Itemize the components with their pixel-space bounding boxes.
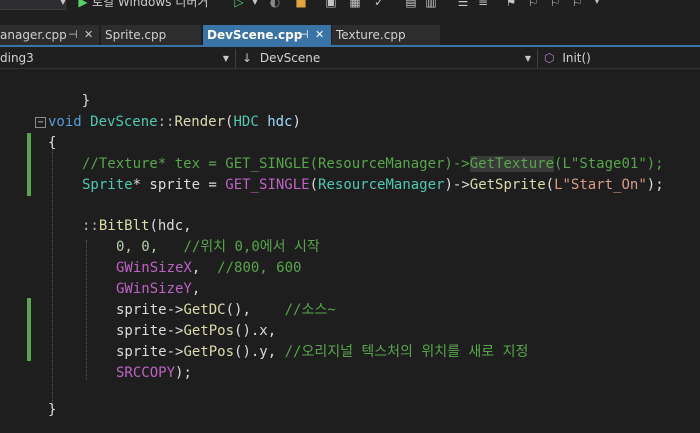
bookmark-clear-icon[interactable]: ⚐ bbox=[570, 0, 584, 9]
code-line-render-signature: void DevScene::Render(HDC hdc) bbox=[48, 114, 301, 130]
hot-reload-icon[interactable]: ◐ bbox=[268, 0, 282, 9]
tab-texture[interactable]: Texture.cpp bbox=[332, 25, 440, 45]
member-label: Init() bbox=[562, 51, 591, 65]
code-line-open-brace: { bbox=[48, 135, 57, 151]
chevron-down-icon: ▼ bbox=[222, 54, 229, 63]
tab-label: Sprite.cpp bbox=[105, 28, 167, 42]
pin-icon[interactable]: ⊣ bbox=[299, 25, 309, 45]
tab-resourcemanager[interactable]: anager.cpp ⊣ ✕ bbox=[0, 25, 99, 45]
close-icon[interactable]: ✕ bbox=[315, 25, 324, 45]
chevron-down-icon[interactable]: ▼ bbox=[248, 0, 262, 9]
layout-icon[interactable]: ▣ bbox=[324, 0, 338, 9]
document-tab-bar: anager.cpp ⊣ ✕ Sprite.cpp DevScene.cpp ⊣… bbox=[0, 25, 700, 47]
project-dropdown[interactable]: ding3 ▼ bbox=[0, 49, 236, 68]
tab-devscene[interactable]: DevScene.cpp ⊣ ✕ bbox=[203, 25, 331, 45]
comment-icon[interactable]: ▤ bbox=[404, 0, 418, 9]
close-icon[interactable]: ✕ bbox=[84, 25, 93, 45]
start-debug-icon[interactable]: ▶ bbox=[76, 0, 90, 9]
code-line-getpos-y: sprite->GetPos().y, //오리지널 텍스처의 위치를 새로 지… bbox=[116, 344, 529, 360]
indent-guide bbox=[52, 139, 53, 411]
method-icon: ⬡ bbox=[544, 51, 555, 65]
code-line-position: 0, 0, //위치 0,0에서 시작 bbox=[116, 239, 320, 255]
code-line-texture-comment: //Texture* tex = GET_SINGLE(ResourceMana… bbox=[82, 156, 664, 172]
code-line-sprite: Sprite* sprite = GET_SINGLE(ResourceMana… bbox=[82, 177, 664, 193]
code-line-srccopy: SRCCOPY); bbox=[116, 365, 192, 381]
arrow-down-icon: ↓ bbox=[242, 51, 253, 65]
debug-target-label[interactable]: 로컬 Windows 디버거 bbox=[92, 0, 208, 10]
bookmark-next-icon[interactable]: ⚐ bbox=[548, 0, 562, 9]
chevron-down-icon[interactable]: ▼ bbox=[56, 0, 70, 9]
code-line-winsizex: GWinSizeX, //800, 600 bbox=[116, 260, 302, 276]
grid-icon[interactable]: ▦ bbox=[348, 0, 362, 9]
indent-guide bbox=[86, 240, 87, 380]
scope-label: DevScene bbox=[259, 51, 321, 65]
member-dropdown[interactable]: ⬡ Init() bbox=[540, 49, 700, 68]
code-line-close-brace: } bbox=[48, 402, 57, 418]
navigation-bar: ding3 ▼ ↓ DevScene ▼ ⬡ Init() bbox=[0, 48, 700, 69]
tab-label: Texture.cpp bbox=[336, 28, 406, 42]
code-line-winsizey: GWinSizeY, bbox=[116, 281, 201, 297]
bookmark-prev-icon[interactable]: ⚐ bbox=[526, 0, 540, 9]
code-line-bitblt: ::BitBlt(hdc, bbox=[82, 218, 192, 234]
toolbar-overflow-icon[interactable]: ▾ bbox=[590, 0, 604, 9]
pin-icon[interactable]: ⊣ bbox=[68, 25, 78, 45]
code-line-getpos-x: sprite->GetPos().x, bbox=[116, 323, 277, 339]
tab-sprite[interactable]: Sprite.cpp bbox=[101, 25, 201, 45]
code-line-getdc: sprite->GetDC(), //소스~ bbox=[116, 302, 336, 318]
code-line-1: } bbox=[81, 93, 91, 109]
start-without-debug-icon[interactable]: ▷ bbox=[232, 0, 246, 9]
indent-icon[interactable]: ≡ bbox=[476, 0, 490, 9]
performance-icon[interactable]: ■ bbox=[294, 0, 308, 9]
change-marker bbox=[27, 133, 31, 196]
format-icon[interactable]: ☰ bbox=[456, 0, 470, 9]
tab-label: DevScene.cpp bbox=[207, 28, 303, 42]
code-editor[interactable]: − } void DevScene::Render(HDC hdc) { //T… bbox=[0, 70, 700, 433]
uncomment-icon[interactable]: ▥ bbox=[424, 0, 438, 9]
chevron-down-icon: ▼ bbox=[524, 54, 531, 63]
change-marker bbox=[27, 298, 31, 361]
tab-label: anager.cpp bbox=[0, 28, 67, 42]
scope-dropdown[interactable]: ↓ DevScene ▼ bbox=[238, 49, 538, 68]
collapse-toggle[interactable]: − bbox=[35, 117, 46, 128]
bookmark-icon[interactable]: ⚑ bbox=[504, 0, 518, 9]
check-icon[interactable]: ✓ bbox=[372, 0, 386, 9]
toolbar: ▼ ▶ 로컬 Windows 디버거 ▷ ▼ ◐ ■ ▣ ▦ ✓ ▤ ▥ ☰ ≡… bbox=[0, 0, 700, 22]
project-label: ding3 bbox=[0, 51, 34, 65]
